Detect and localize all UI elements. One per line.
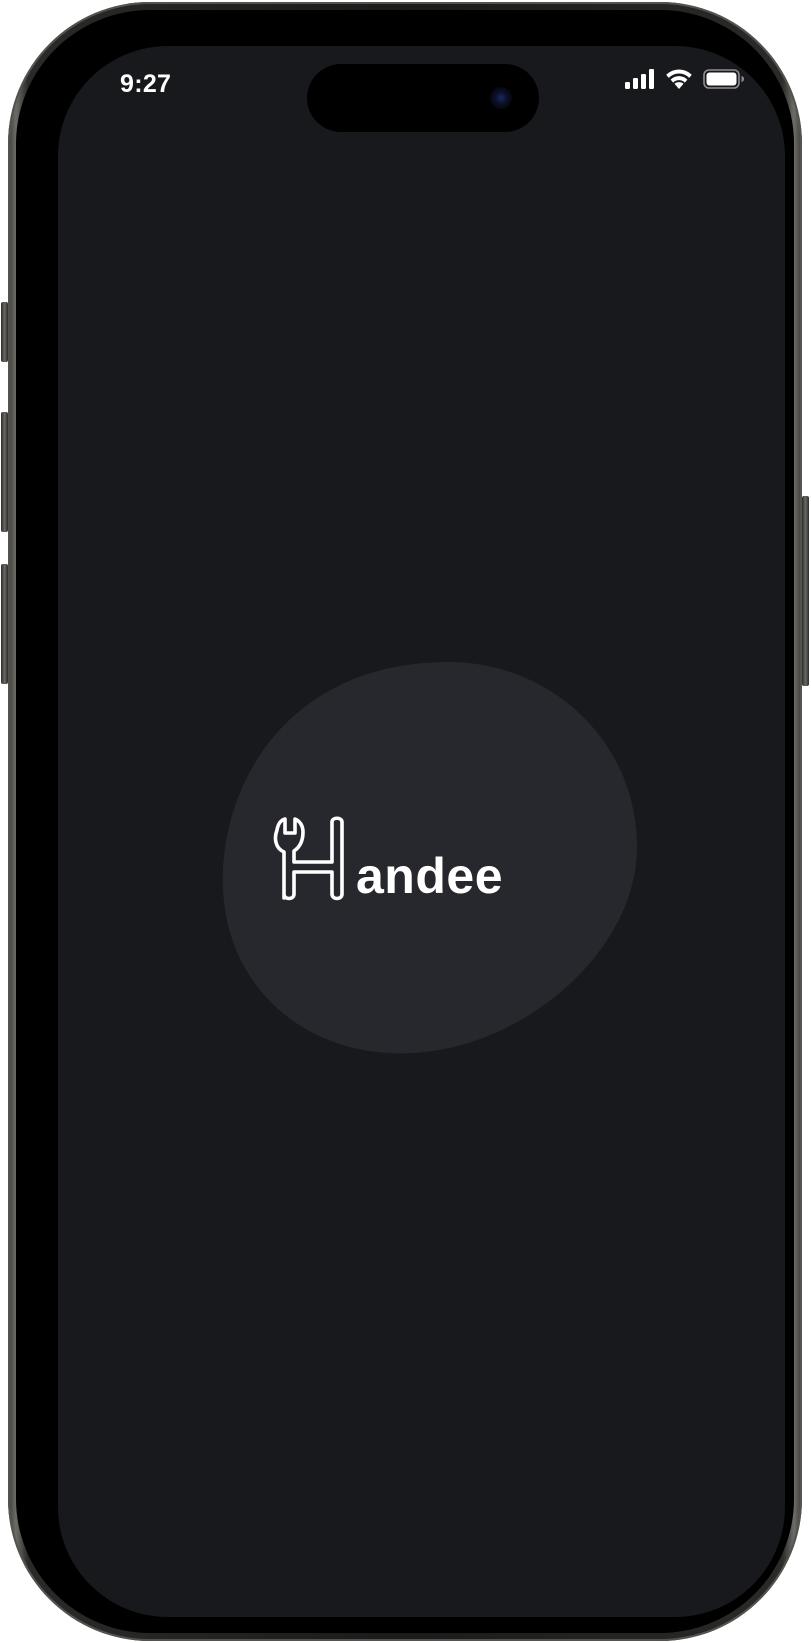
- screen-bezel: 9:27 andee: [16, 10, 794, 1633]
- volume-down-button: [1, 564, 8, 684]
- dynamic-island: [307, 64, 539, 132]
- screen: 9:27 andee: [58, 46, 785, 1617]
- power-button: [802, 496, 809, 686]
- status-time: 9:27: [120, 70, 172, 98]
- volume-up-button: [1, 412, 8, 532]
- app-logo: andee: [272, 814, 503, 907]
- logo-wordmark: andee: [356, 848, 504, 904]
- cellular-signal-icon: [625, 68, 655, 94]
- status-icons: [625, 68, 745, 94]
- action-button: [1, 302, 8, 362]
- phone-frame: 9:27 andee: [1, 2, 809, 1641]
- wrench-h-icon: [272, 814, 348, 907]
- front-camera: [490, 87, 512, 109]
- wifi-icon: [665, 68, 693, 94]
- battery-icon: [703, 68, 745, 94]
